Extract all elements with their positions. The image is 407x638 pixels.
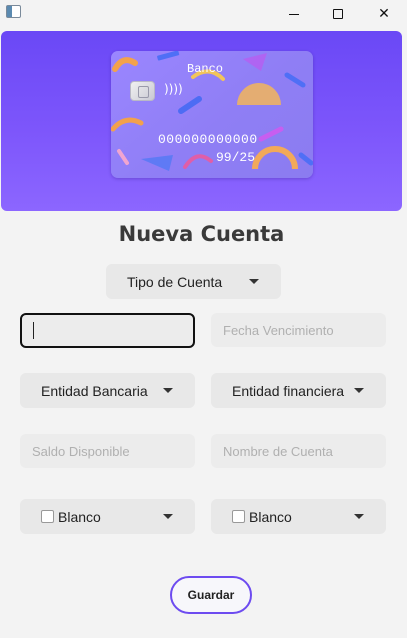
minimize-icon [289,13,299,15]
bank-entity-label: Entidad Bancaria [41,383,148,399]
chevron-down-icon [354,514,364,519]
expiry-date-field[interactable] [211,313,386,347]
color-dropdown-left[interactable]: Blanco [20,499,195,534]
card-bank-name: Banco [187,62,224,76]
financial-entity-dropdown[interactable]: Entidad financiera [211,373,386,408]
bank-entity-dropdown[interactable]: Entidad Bancaria [20,373,195,408]
card-number-input[interactable] [22,315,193,346]
chevron-down-icon [249,279,259,284]
chip-icon [130,81,155,101]
maximize-icon [333,9,343,19]
text-caret [33,322,34,339]
account-type-dropdown[interactable]: Tipo de Cuenta [106,264,281,299]
financial-entity-label: Entidad financiera [232,383,345,399]
close-button[interactable]: ✕ [361,0,407,28]
card-number-field[interactable] [20,313,195,348]
chevron-down-icon [163,388,173,393]
close-icon: ✕ [378,6,390,22]
color-swatch [232,510,245,523]
card-expiry: 99/25 [216,150,256,165]
color-label-right: Blanco [249,509,292,525]
chevron-down-icon [163,514,173,519]
page-title: Nueva Cuenta [118,222,285,246]
color-swatch [41,510,54,523]
contactless-icon: )))) [164,82,183,96]
expiry-date-input[interactable] [211,313,386,347]
account-type-label: Tipo de Cuenta [127,274,223,290]
minimize-button[interactable] [271,0,317,28]
card-number: 000000000000 [158,132,258,147]
color-label-left: Blanco [58,509,101,525]
title-bar: ✕ [0,0,407,28]
account-name-field[interactable] [211,434,386,468]
save-button[interactable]: Guardar [170,576,252,614]
maximize-button[interactable] [315,0,361,28]
balance-field[interactable] [20,434,195,468]
color-dropdown-right[interactable]: Blanco [211,499,386,534]
chevron-down-icon [354,388,364,393]
app-icon [6,5,21,18]
card-preview: Banco )))) 000000000000 99/25 [111,51,313,178]
balance-input[interactable] [20,434,195,468]
account-name-input[interactable] [211,434,386,468]
